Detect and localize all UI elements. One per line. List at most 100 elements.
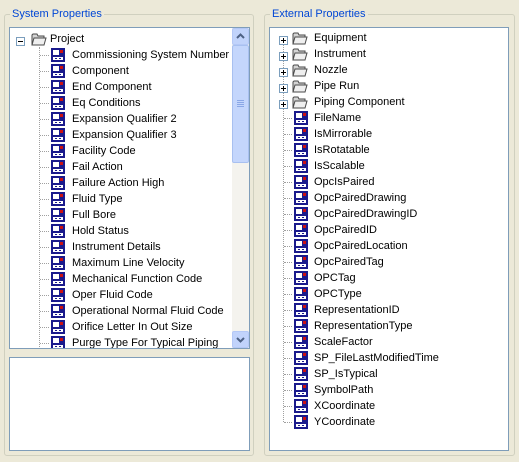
tree-item[interactable]: OpcIsPaired: [270, 174, 500, 190]
minus-box-icon[interactable]: [16, 35, 25, 46]
scroll-up-button[interactable]: [232, 28, 249, 45]
property-icon: [293, 286, 309, 302]
tree-folder[interactable]: Piping Component: [270, 94, 500, 110]
tree-item-label: Hold Status: [72, 225, 129, 237]
tree-folder[interactable]: Instrument: [270, 46, 500, 62]
plus-box-icon[interactable]: [279, 50, 288, 61]
system-properties-scrollbar[interactable]: [232, 28, 249, 348]
property-icon: [293, 206, 309, 222]
tree-folder-label: Nozzle: [314, 64, 348, 76]
property-icon: [293, 302, 309, 318]
tree-item[interactable]: Fail Action: [10, 159, 232, 175]
tree-item-label: OpcPairedDrawingID: [314, 208, 418, 220]
tree-item[interactable]: Purge Type For Typical Piping: [10, 335, 232, 348]
external-properties-tree[interactable]: Equipment Instrument Nozzle Pipe Run Piping …: [269, 27, 509, 451]
chevron-down-icon: [236, 337, 245, 343]
property-icon: [50, 159, 66, 175]
tree-folder[interactable]: Nozzle: [270, 62, 500, 78]
tree-item[interactable]: Expansion Qualifier 3: [10, 127, 232, 143]
tree-item-label: Expansion Qualifier 2: [72, 113, 177, 125]
property-icon: [50, 143, 66, 159]
tree-item[interactable]: FileName: [270, 110, 500, 126]
tree-item[interactable]: OPCType: [270, 286, 500, 302]
tree-folder-label: Pipe Run: [314, 80, 360, 92]
property-icon: [293, 190, 309, 206]
tree-item[interactable]: Expansion Qualifier 2: [10, 111, 232, 127]
tree-item[interactable]: End Component: [10, 79, 232, 95]
property-description: [10, 358, 249, 362]
tree-item-label: Component: [72, 65, 129, 77]
tree-item[interactable]: Commissioning System Number: [10, 47, 232, 63]
tree-item[interactable]: Full Bore: [10, 207, 232, 223]
folder-icon: [292, 94, 308, 110]
tree-item[interactable]: OpcPairedTag: [270, 254, 500, 270]
tree-item[interactable]: OPCTag: [270, 270, 500, 286]
tree-item[interactable]: Oper Fluid Code: [10, 287, 232, 303]
tree-item[interactable]: Orifice Letter In Out Size: [10, 319, 232, 335]
tree-item[interactable]: Mechanical Function Code: [10, 271, 232, 287]
tree-item[interactable]: OpcPairedDrawingID: [270, 206, 500, 222]
folder-icon: [31, 31, 47, 47]
tree-item[interactable]: Hold Status: [10, 223, 232, 239]
tree-item-label: Operational Normal Fluid Code: [72, 305, 224, 317]
tree-item[interactable]: SymbolPath: [270, 382, 500, 398]
tree-item[interactable]: IsScalable: [270, 158, 500, 174]
property-description-box: [9, 357, 250, 451]
plus-box-icon[interactable]: [279, 82, 288, 93]
tree-folder[interactable]: Equipment: [270, 30, 500, 46]
tree-root-project[interactable]: Project: [10, 31, 230, 47]
property-icon: [293, 366, 309, 382]
plus-box-icon[interactable]: [279, 66, 288, 77]
external-properties-group: External Properties Equipment Instrument N…: [264, 7, 515, 456]
tree-item[interactable]: Facility Code: [10, 143, 232, 159]
tree-folder[interactable]: Pipe Run: [270, 78, 500, 94]
tree-item-label: Fluid Type: [72, 193, 123, 205]
tree-item[interactable]: ScaleFactor: [270, 334, 500, 350]
tree-item[interactable]: OpcPairedDrawing: [270, 190, 500, 206]
tree-item[interactable]: Operational Normal Fluid Code: [10, 303, 232, 319]
property-icon: [50, 79, 66, 95]
tree-item[interactable]: Maximum Line Velocity: [10, 255, 232, 271]
tree-item-label: Orifice Letter In Out Size: [72, 321, 193, 333]
tree-item[interactable]: IsRotatable: [270, 142, 500, 158]
tree-item-label: RepresentationID: [314, 304, 400, 316]
property-icon: [293, 142, 309, 158]
tree-item-label: OpcPairedLocation: [314, 240, 408, 252]
tree-folder-label: Equipment: [314, 32, 367, 44]
tree-item-label: OPCType: [314, 288, 362, 300]
tree-item-label: Eq Conditions: [72, 97, 141, 109]
plus-box-icon[interactable]: [279, 34, 288, 45]
tree-item[interactable]: OpcPairedLocation: [270, 238, 500, 254]
tree-item[interactable]: Component: [10, 63, 232, 79]
scroll-thumb[interactable]: [232, 45, 249, 163]
tree-item[interactable]: Eq Conditions: [10, 95, 232, 111]
tree-item-label: Fail Action: [72, 161, 123, 173]
tree-item[interactable]: SP_FileLastModifiedTime: [270, 350, 500, 366]
tree-item[interactable]: Instrument Details: [10, 239, 232, 255]
tree-item[interactable]: IsMirrorable: [270, 126, 500, 142]
property-icon: [50, 63, 66, 79]
tree-item[interactable]: SP_IsTypical: [270, 366, 500, 382]
tree-item[interactable]: Fluid Type: [10, 191, 232, 207]
property-icon: [293, 270, 309, 286]
folder-icon: [292, 46, 308, 62]
scroll-down-button[interactable]: [232, 331, 249, 348]
tree-item[interactable]: RepresentationID: [270, 302, 500, 318]
system-properties-tree[interactable]: Project Commissioning System Number Compon…: [9, 27, 250, 349]
property-icon: [293, 350, 309, 366]
plus-box-icon[interactable]: [279, 98, 288, 109]
property-icon: [50, 287, 66, 303]
tree-item-label: FileName: [314, 112, 362, 124]
tree-item[interactable]: RepresentationType: [270, 318, 500, 334]
tree-item-label: Expansion Qualifier 3: [72, 129, 177, 141]
property-icon: [50, 223, 66, 239]
tree-item[interactable]: Failure Action High: [10, 175, 232, 191]
folder-icon: [292, 78, 308, 94]
tree-item[interactable]: XCoordinate: [270, 398, 500, 414]
tree-item[interactable]: YCoordinate: [270, 414, 500, 430]
tree-item-label: SymbolPath: [314, 384, 374, 396]
tree-item-label: OpcIsPaired: [314, 176, 375, 188]
external-properties-title: External Properties: [270, 7, 368, 21]
tree-item[interactable]: OpcPairedID: [270, 222, 500, 238]
property-icon: [50, 111, 66, 127]
